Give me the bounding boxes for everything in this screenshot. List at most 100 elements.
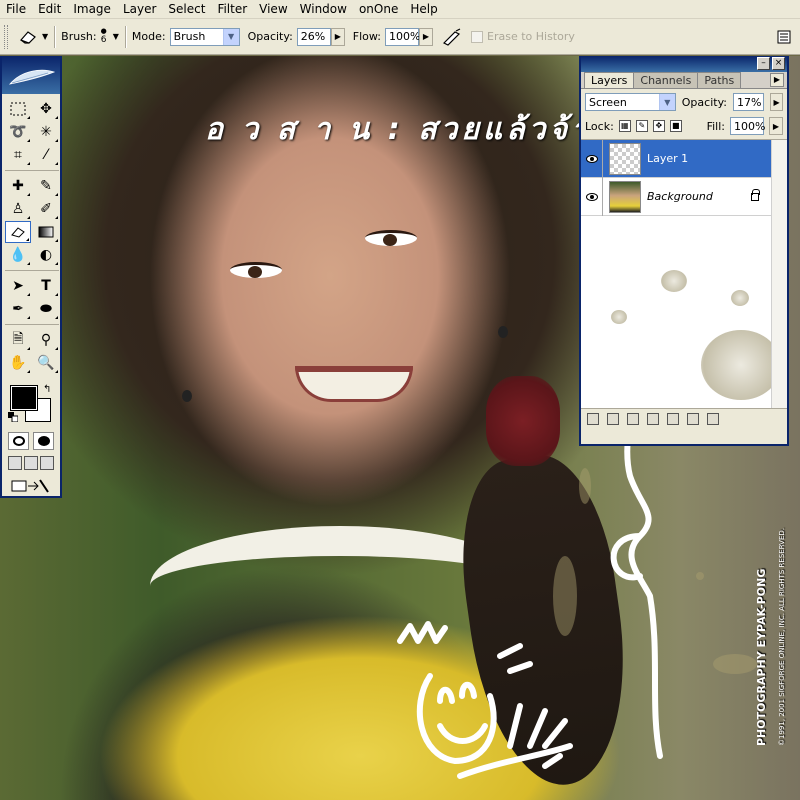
layer-opacity-slider-button[interactable]: ▶ [770,93,783,111]
menu-filter[interactable]: Filter [211,0,253,19]
stain-splash [713,654,757,674]
layer-visibility-toggle[interactable] [581,177,603,216]
feather-logo-icon [8,69,56,85]
menu-image[interactable]: Image [67,0,117,19]
stain-decoration [611,310,627,324]
clone-stamp-tool-icon[interactable]: ♙ [5,198,31,220]
flow-slider-button[interactable]: ▶ [419,27,433,46]
stain-decoration [701,330,781,400]
dodge-tool-icon[interactable]: ◐ [33,244,59,266]
photo-credit-text: PHOTOGRAPHY EYPAK-PONG [755,568,768,746]
menu-layer[interactable]: Layer [117,0,162,19]
history-brush-tool-icon[interactable]: ✐ [33,198,59,220]
opacity-value: 26% [300,30,326,43]
layer-style-icon[interactable] [607,412,619,425]
layer-opacity-input[interactable]: 17% [732,93,765,111]
opacity-slider-button[interactable]: ▶ [330,27,345,46]
chevron-down-icon: ▼ [658,94,675,110]
lasso-tool-icon[interactable]: ➰ [5,121,31,143]
fill-value: 100% [734,119,766,133]
foreground-color-swatch[interactable] [10,385,38,411]
stain-splash [579,468,591,504]
marquee-tool-icon[interactable] [5,98,31,120]
menu-help[interactable]: Help [404,0,443,19]
eraser-tool-preset[interactable]: ▼ [18,29,48,45]
layer-mask-icon[interactable] [627,412,639,425]
tool-separator [5,324,59,325]
tab-paths[interactable]: Paths [697,72,742,88]
menu-file[interactable]: File [0,0,32,19]
airbrush-icon[interactable] [441,27,463,46]
blend-mode-select[interactable]: Screen ▼ [585,93,676,111]
options-separator [54,25,56,48]
close-icon[interactable]: × [772,57,785,70]
menu-edit[interactable]: Edit [32,0,67,19]
zoom-tool-icon[interactable]: 🔍 [33,352,59,374]
quick-mask-button[interactable] [33,432,54,450]
layer-visibility-toggle[interactable] [581,140,603,178]
type-tool-icon[interactable]: T [33,275,59,297]
slice-tool-icon[interactable]: ⁄ [33,144,59,166]
menu-view[interactable]: View [253,0,293,19]
mode-label: Mode: [131,30,166,43]
brush-picker-arrow-icon[interactable]: ▼ [113,32,119,41]
healing-brush-tool-icon[interactable]: ✚ [5,175,31,197]
new-layer-icon[interactable] [687,412,699,425]
hand-tool-icon[interactable]: ✋ [5,352,31,374]
eraser-tool-icon[interactable] [5,221,31,243]
standard-screen-mode-icon[interactable] [8,456,22,470]
fill-slider-button[interactable]: ▶ [769,117,783,135]
layer-name: Background [647,190,713,203]
lock-transparent-icon[interactable]: ▦ [618,120,631,132]
blur-tool-icon[interactable]: 💧 [5,244,31,266]
erase-to-history-checkbox[interactable] [471,30,483,43]
move-tool-icon[interactable]: ✥ [33,98,59,120]
fill-input[interactable]: 100% [730,117,766,135]
lock-position-icon[interactable]: ✥ [652,120,665,132]
brush-tool-icon[interactable]: ✎ [33,175,59,197]
mode-select[interactable]: Brush ▼ [169,27,240,46]
new-group-icon[interactable] [667,412,679,425]
layer-row-background[interactable]: Background [581,177,773,216]
chevron-down-icon: ▼ [222,28,239,45]
full-screen-menu-mode-icon[interactable] [24,456,38,470]
layers-palette-titlebar[interactable]: – × [581,56,787,72]
path-selection-tool-icon[interactable]: ➤ [5,275,31,297]
stain-decoration [731,290,749,306]
minimize-icon[interactable]: – [757,57,770,70]
jump-to-imageready-button[interactable] [2,474,60,501]
flow-input[interactable]: 100% [385,27,420,46]
trash-icon[interactable] [707,412,719,425]
tools-palette-header[interactable] [2,56,60,94]
tool-separator [5,270,59,271]
standard-mode-button[interactable] [8,432,29,450]
palette-tabs: Layers Channels Paths ▶ [581,72,787,89]
swap-colors-icon[interactable]: ↰ [43,384,51,395]
lock-image-icon[interactable]: ✎ [635,120,648,132]
options-grip[interactable] [4,24,8,49]
lock-all-icon[interactable]: ■ [669,120,682,132]
tab-channels[interactable]: Channels [633,72,699,88]
pen-tool-icon[interactable]: ✒ [5,298,31,320]
layer-row-layer-1[interactable]: Layer 1 [581,140,773,178]
palette-menu-icon[interactable]: ▶ [770,73,784,87]
eyedropper-tool-icon[interactable]: ⚲ [33,329,59,351]
menu-onone[interactable]: onOne [353,0,404,19]
layer-list-scrollbar[interactable] [771,140,787,408]
palette-well-icon[interactable] [776,29,792,45]
opacity-input[interactable]: 26% [296,27,331,46]
magic-wand-tool-icon[interactable]: ✳ [33,121,59,143]
default-colors-icon[interactable] [8,412,18,422]
gradient-tool-icon[interactable] [33,221,59,243]
adjustment-layer-icon[interactable] [647,412,659,425]
menu-window[interactable]: Window [294,0,353,19]
shape-tool-icon[interactable]: ⬬ [33,298,59,320]
link-layers-icon[interactable] [587,412,599,425]
crop-tool-icon[interactable]: ⌗ [5,144,31,166]
notes-tool-icon[interactable]: 🗎 [5,329,31,351]
brush-picker[interactable]: ● 6 [101,28,107,46]
full-screen-mode-icon[interactable] [40,456,54,470]
opacity-label: Opacity: [247,30,293,43]
tab-layers[interactable]: Layers [584,72,635,88]
menu-select[interactable]: Select [162,0,211,19]
